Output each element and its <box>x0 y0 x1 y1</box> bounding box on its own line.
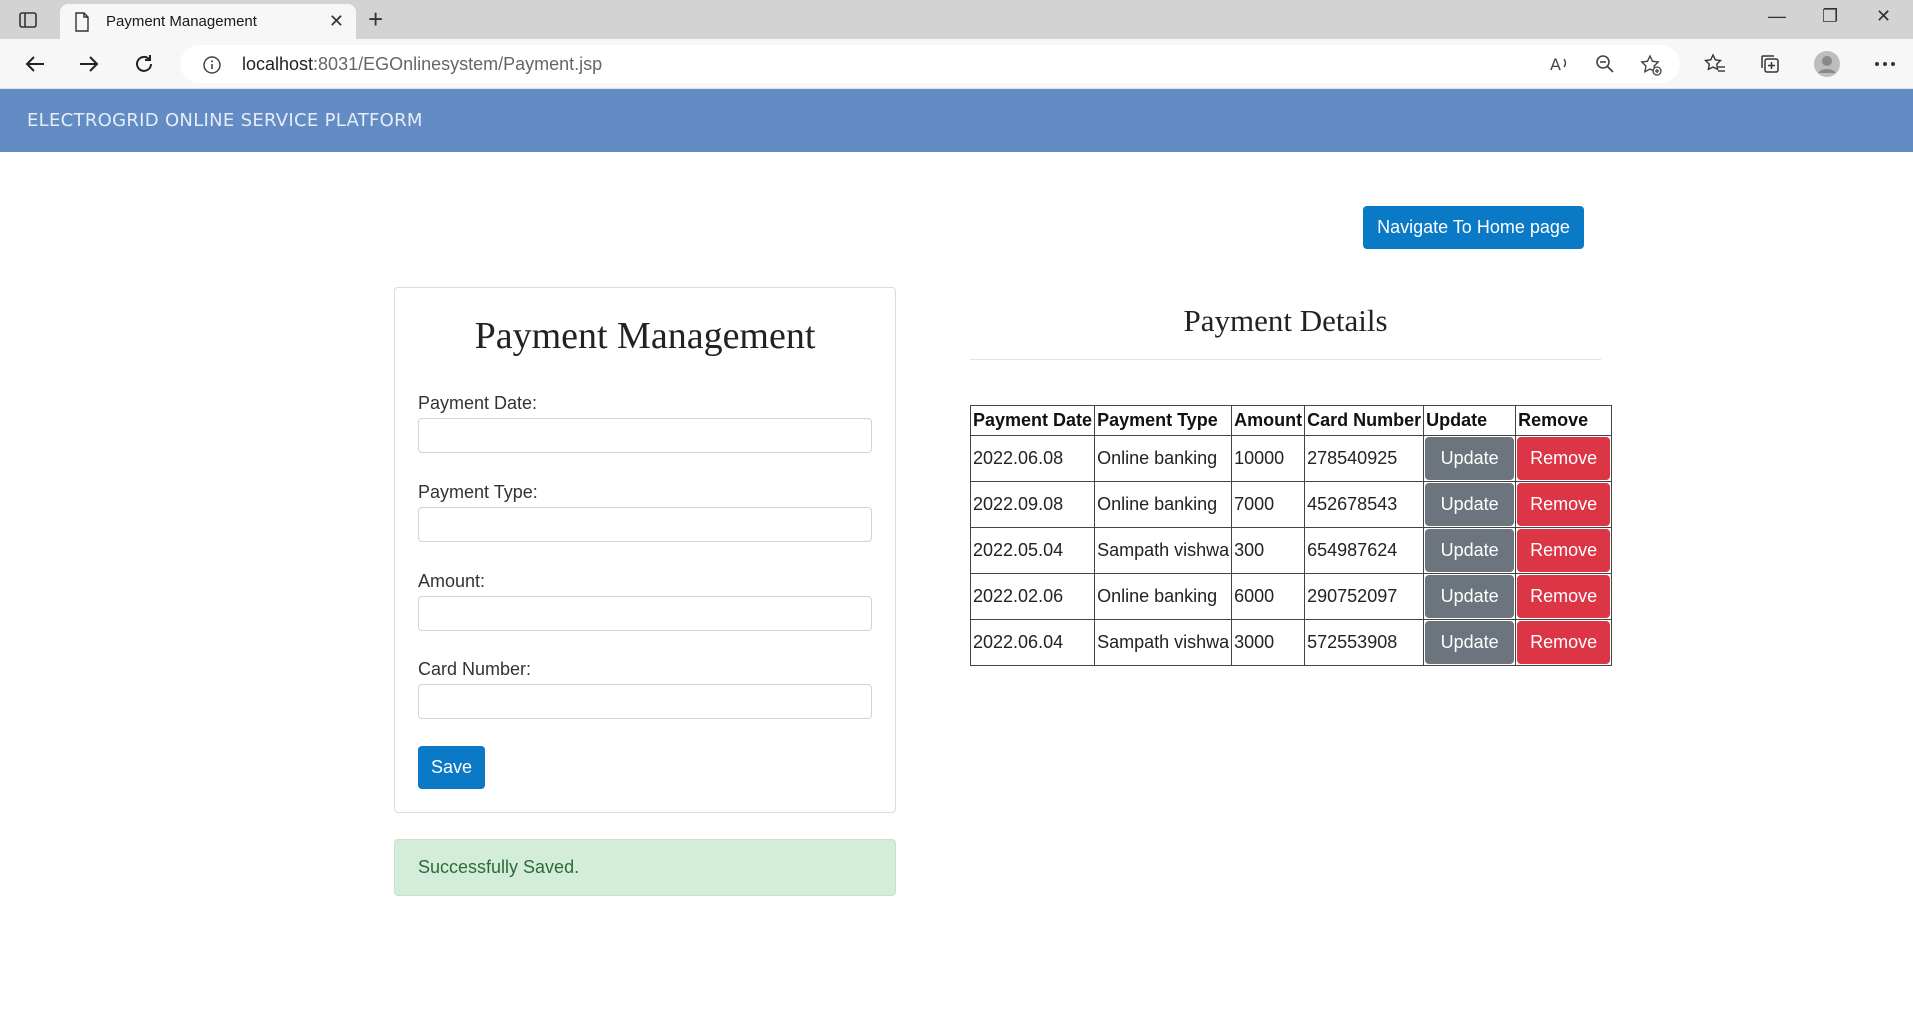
new-tab-icon[interactable]: + <box>368 4 383 35</box>
card-number-cell: 278540925 <box>1304 435 1425 482</box>
payment-type-input[interactable] <box>418 507 872 542</box>
column-header: Update <box>1423 405 1517 436</box>
remove-cell: Remove <box>1515 435 1613 482</box>
browser-tab[interactable]: Payment Management ✕ <box>60 4 356 39</box>
remove-button[interactable]: Remove <box>1517 621 1611 664</box>
remove-cell: Remove <box>1515 527 1613 574</box>
table-header-row: Payment Date Payment Type Amount Card Nu… <box>969 405 1613 436</box>
payment-type-cell: Online banking <box>1094 573 1233 620</box>
address-bar[interactable]: localhost:8031/EGOnlinesystem/Payment.js… <box>180 45 1680 83</box>
remove-button[interactable]: Remove <box>1517 483 1611 526</box>
svg-text:A: A <box>1550 55 1561 74</box>
minimize-icon[interactable]: — <box>1768 6 1786 27</box>
amount-cell: 300 <box>1231 527 1306 574</box>
details-title: Payment Details <box>1183 303 1388 338</box>
update-cell: Update <box>1423 619 1517 666</box>
update-button[interactable]: Update <box>1425 529 1515 572</box>
zoom-out-icon[interactable] <box>1595 54 1615 79</box>
table-row: 2022.06.04 Sampath vishwa 3000 572553908… <box>969 619 1613 666</box>
payment-details-table: Payment Date Payment Type Amount Card Nu… <box>969 405 1613 666</box>
url-text: localhost:8031/EGOnlinesystem/Payment.js… <box>242 54 603 74</box>
table-row: 2022.09.08 Online banking 7000 452678543… <box>969 481 1613 528</box>
alert-message: Successfully Saved. <box>418 857 580 877</box>
tab-title: Payment Management <box>106 13 257 30</box>
payment-date-input[interactable] <box>418 418 872 453</box>
more-options-icon[interactable] <box>1870 49 1900 79</box>
payment-form-card: Payment Management Payment Date: Payment… <box>394 287 896 813</box>
tab-close-icon[interactable]: ✕ <box>329 11 344 32</box>
payment-date-cell: 2022.02.06 <box>969 573 1096 620</box>
back-icon[interactable] <box>20 49 50 79</box>
read-aloud-icon[interactable]: A <box>1550 54 1572 79</box>
update-button[interactable]: Update <box>1425 621 1515 664</box>
column-header: Card Number <box>1304 405 1425 436</box>
amount-label: Amount: <box>418 571 486 591</box>
payment-type-cell: Sampath vishwa <box>1094 619 1233 666</box>
tab-actions-icon[interactable] <box>18 10 38 30</box>
column-header: Remove <box>1515 405 1613 436</box>
app-header: ELECTROGRID ONLINE SERVICE PLATFORM <box>0 89 1913 152</box>
remove-button[interactable]: Remove <box>1517 529 1611 572</box>
payment-type-cell: Sampath vishwa <box>1094 527 1233 574</box>
site-info-icon[interactable] <box>202 55 222 80</box>
table-row: 2022.05.04 Sampath vishwa 300 654987624 … <box>969 527 1613 574</box>
page-icon <box>74 12 90 37</box>
card-number-cell: 290752097 <box>1304 573 1425 620</box>
form-title: Payment Management <box>474 315 816 357</box>
collections-icon[interactable] <box>1755 49 1785 79</box>
update-cell: Update <box>1423 481 1517 528</box>
profile-avatar-icon[interactable] <box>1812 49 1842 79</box>
card-number-input[interactable] <box>418 684 872 719</box>
details-divider <box>970 359 1601 360</box>
remove-cell: Remove <box>1515 619 1613 666</box>
remove-button[interactable]: Remove <box>1517 575 1611 618</box>
card-number-cell: 452678543 <box>1304 481 1425 528</box>
remove-cell: Remove <box>1515 481 1613 528</box>
brand-title: ELECTROGRID ONLINE SERVICE PLATFORM <box>27 110 423 131</box>
add-favorite-icon[interactable] <box>1640 54 1662 81</box>
payment-type-label: Payment Type: <box>418 482 538 502</box>
update-button[interactable]: Update <box>1425 437 1515 480</box>
card-number-cell: 572553908 <box>1304 619 1425 666</box>
browser-tab-bar: Payment Management ✕ + — ❐ ✕ <box>0 0 1913 39</box>
restore-icon[interactable]: ❐ <box>1822 6 1838 27</box>
update-button[interactable]: Update <box>1425 483 1515 526</box>
payment-date-cell: 2022.06.04 <box>969 619 1096 666</box>
update-cell: Update <box>1423 435 1517 482</box>
update-cell: Update <box>1423 573 1517 620</box>
payment-date-cell: 2022.06.08 <box>969 435 1096 482</box>
navigate-home-button[interactable]: Navigate To Home page <box>1363 206 1584 249</box>
amount-cell: 10000 <box>1231 435 1306 482</box>
favorites-icon[interactable] <box>1700 49 1730 79</box>
column-header: Payment Type <box>1094 405 1233 436</box>
column-header: Amount <box>1231 405 1306 436</box>
remove-cell: Remove <box>1515 573 1613 620</box>
table-row: 2022.02.06 Online banking 6000 290752097… <box>969 573 1613 620</box>
browser-toolbar: localhost:8031/EGOnlinesystem/Payment.js… <box>0 39 1913 89</box>
column-header: Payment Date <box>969 405 1096 436</box>
table-row: 2022.06.08 Online banking 10000 27854092… <box>969 435 1613 482</box>
update-cell: Update <box>1423 527 1517 574</box>
forward-icon[interactable] <box>74 49 104 79</box>
amount-input[interactable] <box>418 596 872 631</box>
amount-cell: 6000 <box>1231 573 1306 620</box>
save-button[interactable]: Save <box>418 746 485 789</box>
window-close-icon[interactable]: ✕ <box>1876 6 1891 27</box>
payment-type-cell: Online banking <box>1094 435 1233 482</box>
card-number-label: Card Number: <box>418 659 532 679</box>
payment-type-cell: Online banking <box>1094 481 1233 528</box>
success-alert: Successfully Saved. <box>394 839 896 896</box>
card-number-cell: 654987624 <box>1304 527 1425 574</box>
update-button[interactable]: Update <box>1425 575 1515 618</box>
payment-date-cell: 2022.09.08 <box>969 481 1096 528</box>
amount-cell: 7000 <box>1231 481 1306 528</box>
payment-date-label: Payment Date: <box>418 393 538 413</box>
refresh-icon[interactable] <box>129 49 159 79</box>
payment-date-cell: 2022.05.04 <box>969 527 1096 574</box>
amount-cell: 3000 <box>1231 619 1306 666</box>
remove-button[interactable]: Remove <box>1517 437 1611 480</box>
